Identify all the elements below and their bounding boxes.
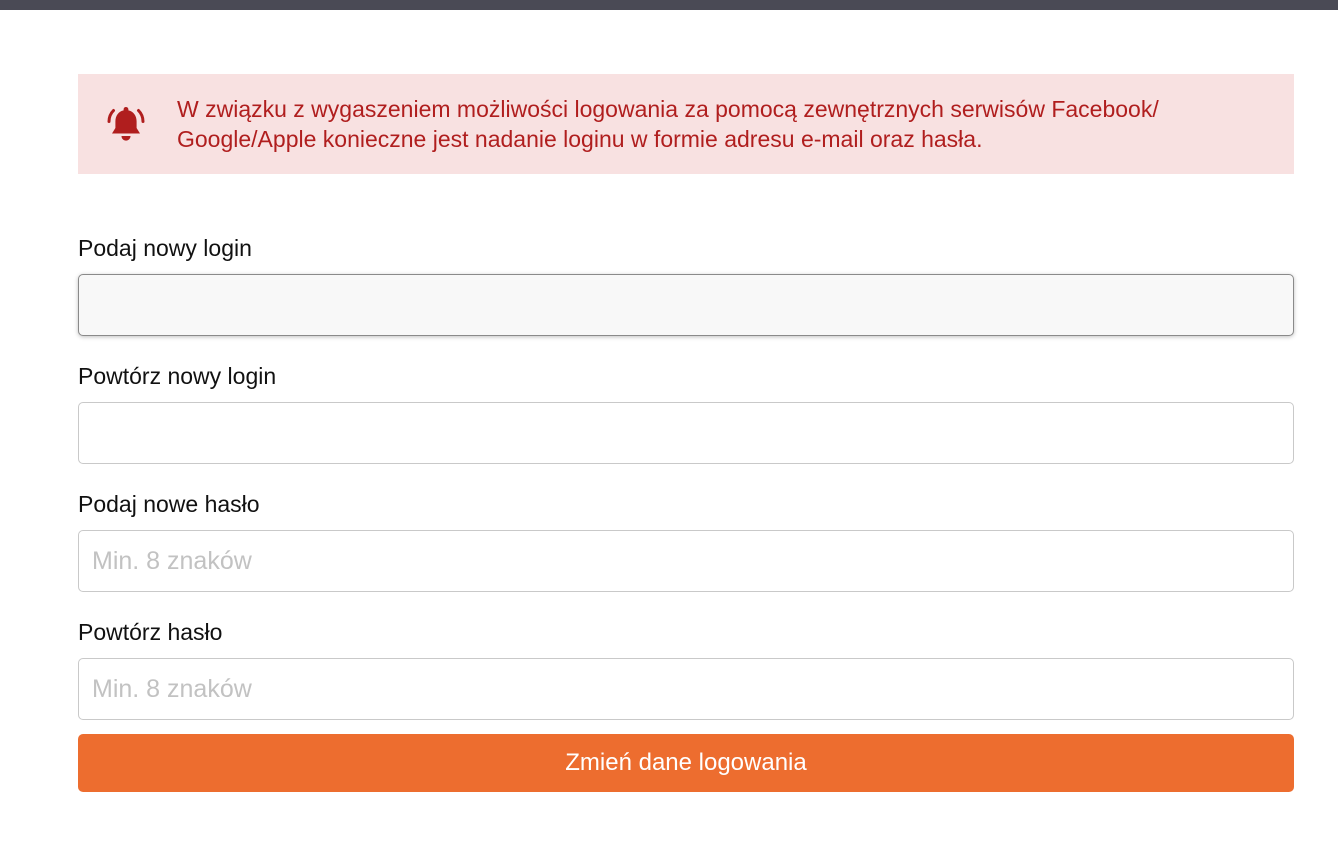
alert-banner: W związku z wygaszeniem możliwości logow… xyxy=(78,74,1294,174)
new-login-field: Podaj nowy login xyxy=(78,234,1294,336)
repeat-login-field: Powtórz nowy login xyxy=(78,362,1294,464)
bell-ringing-icon xyxy=(104,102,148,146)
repeat-login-label: Powtórz nowy login xyxy=(78,363,277,389)
repeat-password-input[interactable] xyxy=(78,658,1294,720)
top-bar xyxy=(0,0,1338,10)
repeat-login-input[interactable] xyxy=(78,402,1294,464)
new-password-label: Podaj nowe hasło xyxy=(78,491,260,517)
new-password-input[interactable] xyxy=(78,530,1294,592)
repeat-password-label: Powtórz hasło xyxy=(78,619,223,645)
change-login-data-button[interactable]: Zmień dane logowania xyxy=(78,734,1294,792)
alert-message: W związku z wygaszeniem możliwości logow… xyxy=(177,96,1159,152)
new-login-label: Podaj nowy login xyxy=(78,235,252,261)
repeat-password-field: Powtórz hasło xyxy=(78,618,1294,720)
new-password-field: Podaj nowe hasło xyxy=(78,490,1294,592)
login-change-form: W związku z wygaszeniem możliwości logow… xyxy=(78,74,1294,792)
new-login-input[interactable] xyxy=(78,274,1294,336)
